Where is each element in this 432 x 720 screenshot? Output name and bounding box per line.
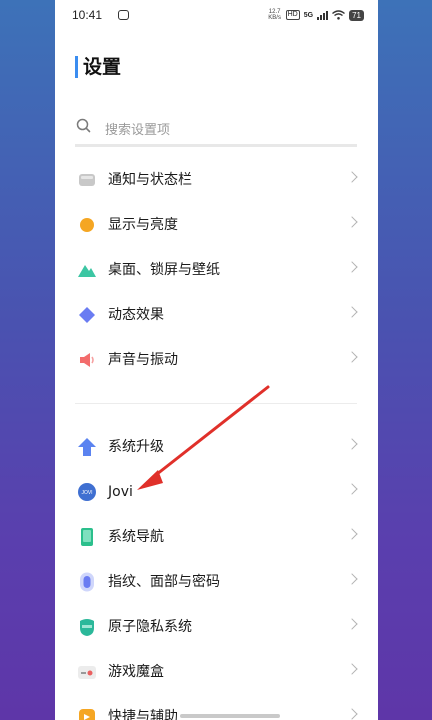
status-time: 10:41 [72,8,103,22]
chevron-right-icon [346,573,358,585]
animation-icon [79,307,95,323]
network-speed-unit: KB/s [268,15,281,21]
chevron-right-icon [346,351,358,363]
settings-item-fingerprint[interactable]: 指纹、面部与密码 [55,560,378,604]
fingerprint-icon [80,572,94,592]
settings-item-label: 系统升级 [108,439,164,455]
settings-item-wallpaper[interactable]: 桌面、锁屏与壁纸 [55,248,378,292]
settings-screen: 10:41 12.7 KB/s HD 5G 71 设置 搜索设置项 通知与状态栏… [55,0,378,720]
settings-item-label: 指纹、面部与密码 [108,574,220,590]
home-indicator[interactable] [180,714,280,718]
search-placeholder: 搜索设置项 [105,123,171,138]
battery-indicator: 71 [349,9,364,21]
chevron-right-icon [346,438,358,450]
settings-item-label: 桌面、锁屏与壁纸 [108,262,220,278]
navigation-icon [81,528,93,546]
settings-item-label: 游戏魔盒 [108,664,164,680]
settings-item-label: 快捷与辅助 [108,709,178,720]
privacy-icon [80,619,94,636]
settings-item-label: Jovi [108,484,133,500]
chevron-right-icon [346,663,358,675]
chevron-right-icon [346,708,358,720]
game-box-icon [78,666,96,679]
settings-item-animation[interactable]: 动态效果 [55,293,378,337]
chevron-right-icon [346,528,358,540]
jovi-icon: JOVI [78,483,96,501]
settings-item-display[interactable]: 显示与亮度 [55,203,378,247]
wifi-icon [332,10,346,20]
settings-item-notification[interactable]: 通知与状态栏 [55,158,378,202]
wallpaper-icon [78,265,96,277]
svg-text:JOVI: JOVI [81,490,92,496]
chevron-right-icon [346,171,358,183]
chevron-right-icon [346,306,358,318]
chevron-right-icon [346,216,358,228]
settings-item-navigation[interactable]: 系统导航 [55,515,378,559]
status-indicators: 12.7 KB/s HD 5G 71 [268,8,364,22]
settings-item-jovi[interactable]: JOVI Jovi [55,470,378,514]
signal-icon [317,10,329,20]
settings-item-privacy[interactable]: 原子隐私系统 [55,605,378,649]
brightness-icon [80,218,94,232]
settings-item-label: 系统导航 [108,529,164,545]
settings-item-game-box[interactable]: 游戏魔盒 [55,650,378,694]
upgrade-icon [78,438,96,456]
sound-icon [80,353,94,367]
hd-badge: HD [285,10,300,20]
chevron-right-icon [346,483,358,495]
settings-item-label: 显示与亮度 [108,217,178,233]
search-icon [76,118,91,133]
status-bar: 10:41 12.7 KB/s HD 5G 71 [55,0,378,32]
shortcut-icon [79,709,95,720]
settings-item-label: 声音与振动 [108,352,178,368]
network-type: 5G [303,11,314,19]
settings-item-sound[interactable]: 声音与振动 [55,338,378,382]
settings-item-system-upgrade[interactable]: 系统升级 [55,425,378,469]
chevron-right-icon [346,618,358,630]
settings-item-label: 原子隐私系统 [108,619,192,635]
chevron-right-icon [346,261,358,273]
network-speed: 12.7 KB/s [268,9,282,21]
notification-icon [79,174,95,186]
page-title: 设置 [75,56,121,78]
app-notification-icon [118,10,129,20]
section-divider [75,403,357,404]
search-input[interactable]: 搜索设置项 [75,114,357,147]
settings-item-label: 通知与状态栏 [108,172,192,188]
settings-item-label: 动态效果 [108,307,164,323]
